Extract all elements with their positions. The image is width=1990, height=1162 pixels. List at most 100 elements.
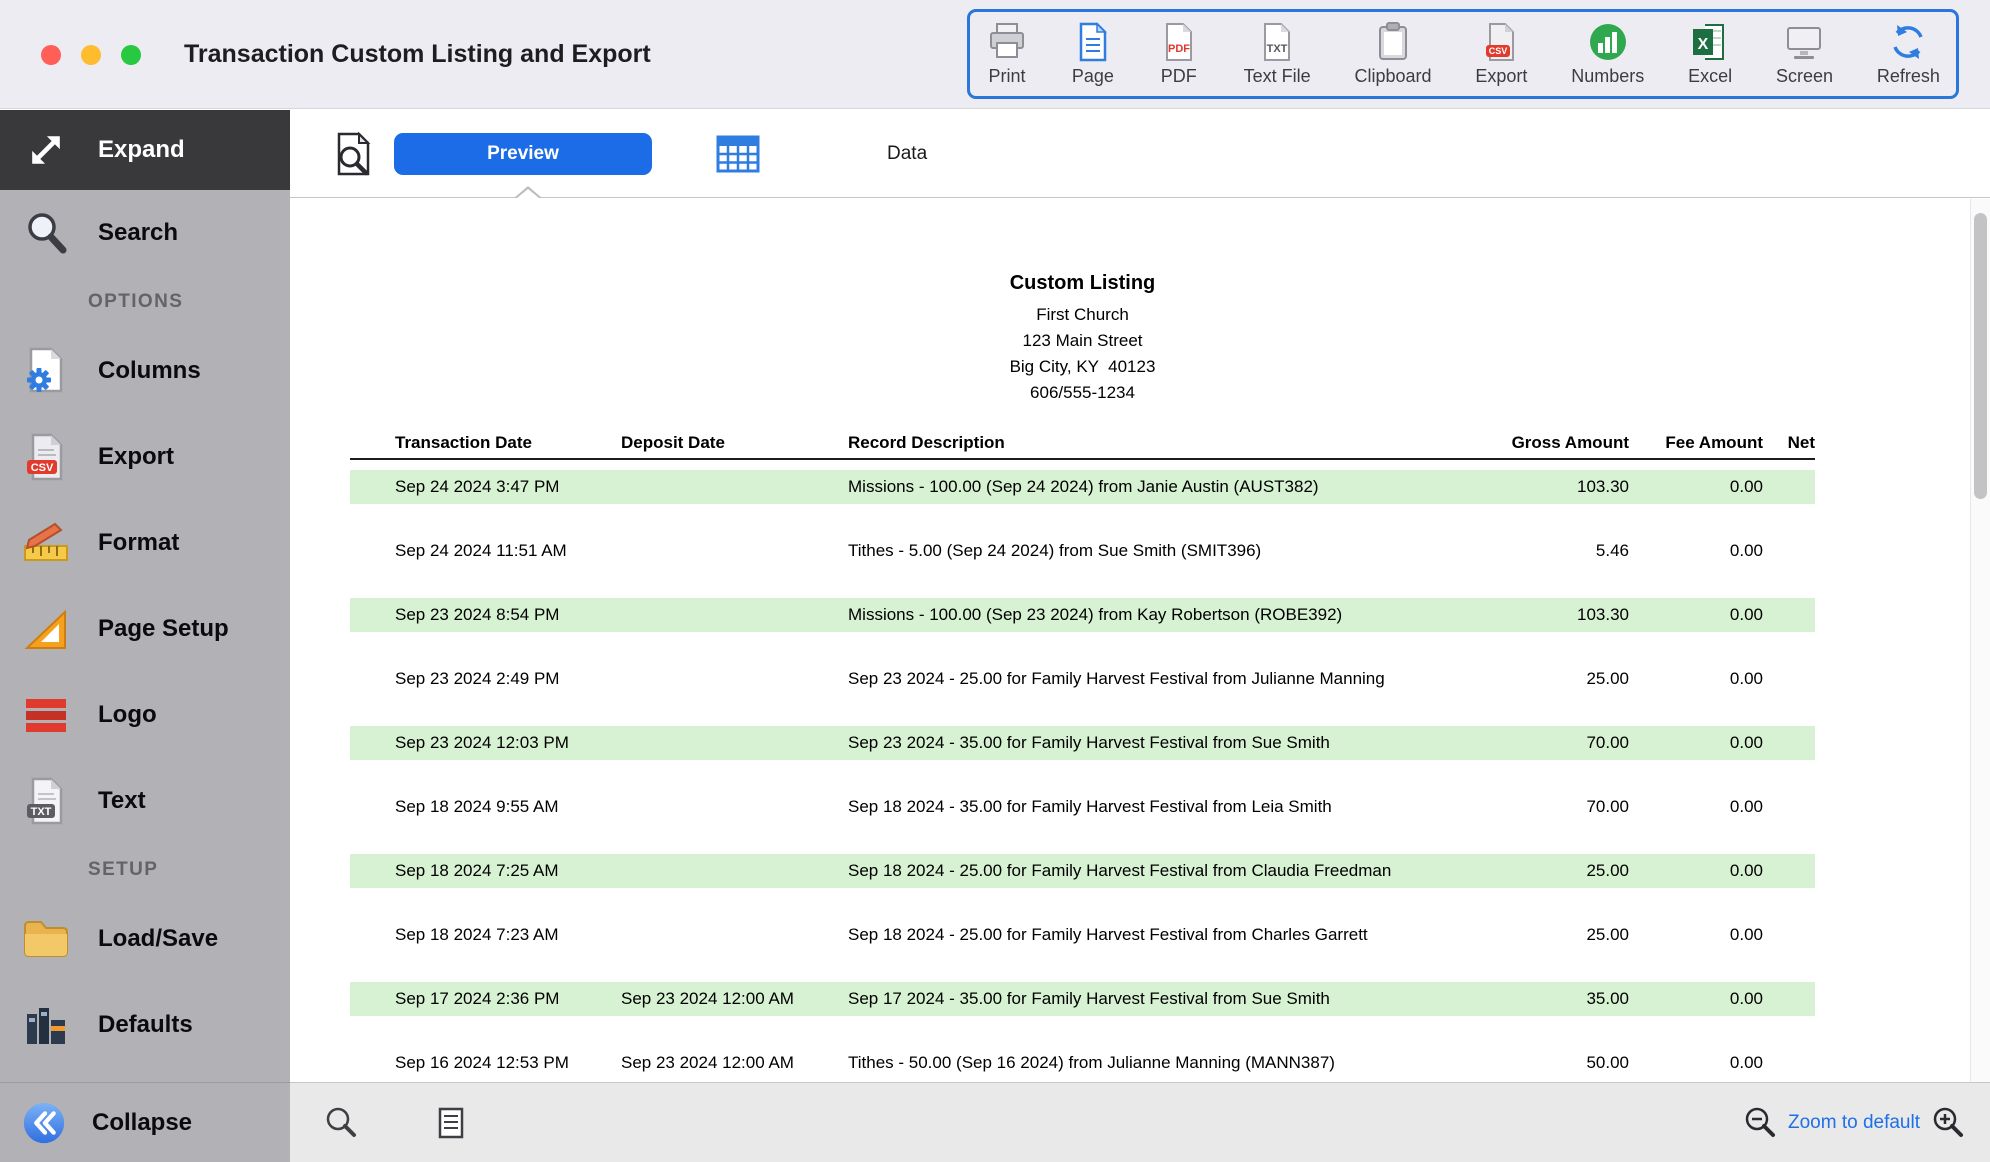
cell-fee-amount: 0.00 [1629, 669, 1763, 689]
table-row: Sep 23 2024 8:54 PM Missions - 100.00 (S… [350, 598, 1815, 652]
scrollbar-thumb[interactable] [1974, 213, 1987, 499]
data-table-icon[interactable] [715, 131, 761, 177]
minimize-button[interactable] [81, 45, 101, 65]
vertical-scrollbar[interactable] [1970, 199, 1990, 1082]
expand-icon [20, 124, 72, 176]
cell-fee-amount: 0.00 [1629, 541, 1763, 561]
cell-transaction-date: Sep 18 2024 7:25 AM [350, 861, 621, 881]
close-button[interactable] [41, 45, 61, 65]
tabbar: Preview Data [290, 110, 1990, 198]
sidebar-item-columns[interactable]: Columns [0, 328, 290, 414]
zoom-to-default-link[interactable]: Zoom to default [1788, 1112, 1920, 1134]
cell-fee-amount: 0.00 [1629, 797, 1763, 817]
export-csv-button[interactable]: CSV Export [1475, 19, 1527, 87]
svg-text:TXT: TXT [31, 806, 52, 818]
sidebar: Expand Search OPTIONS Columns CSV Export [0, 110, 290, 1162]
table-header-row: Transaction Date Deposit Date Record Des… [350, 428, 1815, 460]
toolbar-item-label: Refresh [1877, 66, 1940, 87]
pdf-button[interactable]: PDF PDF [1158, 19, 1200, 87]
tab-preview[interactable]: Preview [394, 133, 652, 175]
zoom-out-icon[interactable] [1742, 1105, 1778, 1141]
sidebar-item-page-setup[interactable]: Page Setup [0, 586, 290, 672]
table-row: Sep 24 2024 11:51 AM Tithes - 5.00 (Sep … [350, 534, 1815, 588]
cell-transaction-date: Sep 23 2024 2:49 PM [350, 669, 621, 689]
org-street: 123 Main Street [350, 328, 1815, 354]
clipboard-button[interactable]: Clipboard [1354, 19, 1431, 87]
sidebar-item-search[interactable]: Search [0, 190, 290, 276]
statusbar: Zoom to default [290, 1082, 1990, 1162]
report-title: Custom Listing [350, 269, 1815, 297]
cell-transaction-date: Sep 23 2024 12:03 PM [350, 733, 621, 753]
sidebar-section-setup: SETUP [0, 844, 290, 896]
document-view-button[interactable] [433, 1105, 469, 1141]
cell-description: Sep 23 2024 - 35.00 for Family Harvest F… [848, 733, 1494, 753]
toolbar-item-label: PDF [1161, 66, 1197, 87]
zoom-in-icon[interactable] [1930, 1105, 1966, 1141]
toolbar-item-label: Page [1072, 66, 1114, 87]
cell-description: Missions - 100.00 (Sep 24 2024) from Jan… [848, 477, 1494, 497]
numbers-app-icon [1587, 19, 1629, 65]
defaults-building-icon [20, 999, 72, 1051]
sidebar-item-defaults[interactable]: Defaults [0, 982, 290, 1068]
report-document: Custom Listing First Church 123 Main Str… [350, 199, 1815, 1082]
sidebar-item-label: Search [98, 219, 178, 247]
clipboard-icon [1372, 19, 1414, 65]
sidebar-item-load-save[interactable]: Load/Save [0, 896, 290, 982]
sidebar-item-expand[interactable]: Expand [0, 110, 290, 190]
toolbar-item-label: Excel [1688, 66, 1732, 87]
page-icon [1072, 19, 1114, 65]
numbers-button[interactable]: Numbers [1571, 19, 1644, 87]
printer-icon [986, 19, 1028, 65]
cell-description: Sep 18 2024 - 35.00 for Family Harvest F… [848, 797, 1494, 817]
col-deposit-date: Deposit Date [621, 433, 848, 453]
table-row: Sep 18 2024 9:55 AM Sep 18 2024 - 35.00 … [350, 790, 1815, 844]
cell-transaction-date: Sep 18 2024 7:23 AM [350, 925, 621, 945]
col-fee-amount: Fee Amount [1629, 433, 1763, 453]
org-name: First Church [350, 302, 1815, 328]
tab-data[interactable]: Data [887, 143, 927, 165]
cell-fee-amount: 0.00 [1629, 989, 1763, 1009]
sidebar-item-format[interactable]: Format [0, 500, 290, 586]
sidebar-item-label: Collapse [92, 1109, 192, 1137]
excel-button[interactable]: X Excel [1688, 19, 1732, 87]
cell-transaction-date: Sep 23 2024 8:54 PM [350, 605, 621, 625]
cell-gross-amount: 25.00 [1494, 669, 1629, 689]
sidebar-item-text[interactable]: TXT Text [0, 758, 290, 844]
text-file-button[interactable]: TXT Text File [1244, 19, 1311, 87]
sidebar-item-label: Text [98, 787, 146, 815]
page-button[interactable]: Page [1072, 19, 1114, 87]
cell-gross-amount: 5.46 [1494, 541, 1629, 561]
preview-magnifier-icon [330, 131, 376, 177]
cell-transaction-date: Sep 24 2024 3:47 PM [350, 477, 621, 497]
page-setup-triangle-icon [20, 603, 72, 655]
cell-transaction-date: Sep 17 2024 2:36 PM [350, 989, 621, 1009]
text-file-icon: TXT [1256, 19, 1298, 65]
table-row: Sep 18 2024 7:23 AM Sep 18 2024 - 25.00 … [350, 918, 1815, 972]
window-title: Transaction Custom Listing and Export [184, 0, 651, 108]
table-row: Sep 23 2024 2:49 PM Sep 23 2024 - 25.00 … [350, 662, 1815, 716]
report-heading: Custom Listing First Church 123 Main Str… [350, 269, 1815, 406]
screen-button[interactable]: Screen [1776, 19, 1833, 87]
sidebar-item-logo[interactable]: Logo [0, 672, 290, 758]
cell-fee-amount: 0.00 [1629, 925, 1763, 945]
sidebar-item-export[interactable]: CSV Export [0, 414, 290, 500]
screen-icon [1783, 19, 1825, 65]
main-area: Preview Data Custom Listing First Church… [290, 110, 1990, 1162]
sidebar-item-collapse[interactable]: Collapse [0, 1082, 290, 1162]
svg-text:PDF: PDF [1168, 43, 1190, 55]
search-preview-button[interactable] [323, 1105, 359, 1141]
csv-export-icon: CSV [20, 431, 72, 483]
cell-fee-amount: 0.00 [1629, 1053, 1763, 1073]
format-ruler-icon [20, 517, 72, 569]
logo-stripes-icon [20, 689, 72, 741]
org-city: Big City, KY 40123 [350, 354, 1815, 380]
cell-fee-amount: 0.00 [1629, 861, 1763, 881]
cell-fee-amount: 0.00 [1629, 733, 1763, 753]
print-button[interactable]: Print [986, 19, 1028, 87]
refresh-button[interactable]: Refresh [1877, 19, 1940, 87]
svg-text:CSV: CSV [31, 462, 54, 474]
excel-icon: X [1689, 19, 1731, 65]
svg-text:CSV: CSV [1489, 46, 1508, 56]
zoom-window-button[interactable] [121, 45, 141, 65]
search-icon [20, 207, 72, 259]
